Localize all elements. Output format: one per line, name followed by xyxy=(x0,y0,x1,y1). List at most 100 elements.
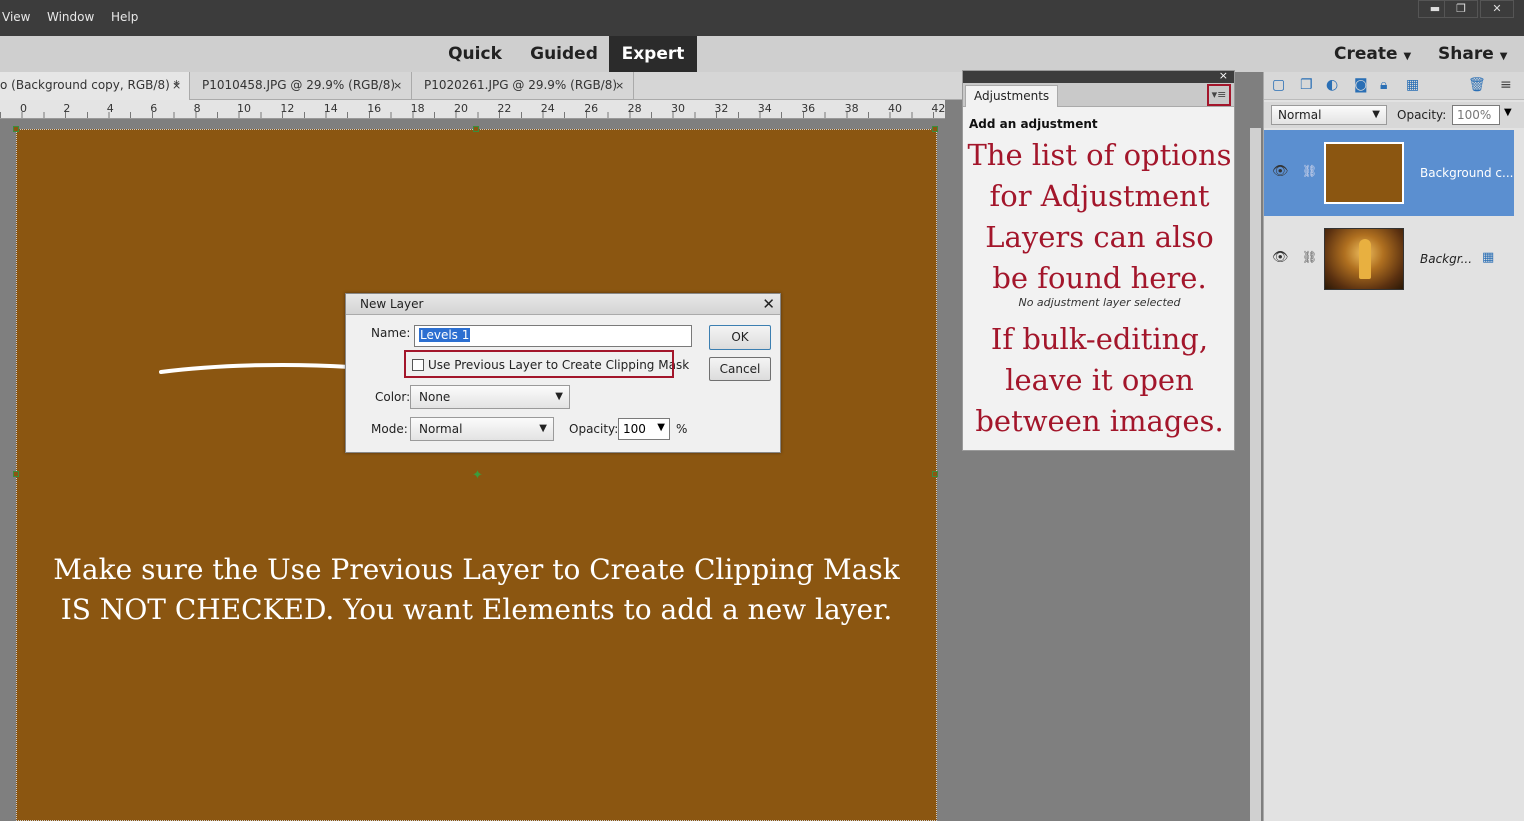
dialog-title: New Layer xyxy=(346,294,780,315)
doc-tab-label: P1020261.JPG @ 29.9% (RGB/8) xyxy=(424,78,618,92)
panel-menu-icon[interactable]: ≡ xyxy=(1500,77,1512,93)
new-group-icon[interactable]: ❐ xyxy=(1300,77,1313,93)
ruler-tick-label: 30 xyxy=(671,102,685,115)
ruler-tick-label: 18 xyxy=(410,102,425,115)
ruler-tick-label: 8 xyxy=(193,102,201,115)
note-line: Layers can also xyxy=(985,220,1214,254)
transform-handle[interactable] xyxy=(473,126,479,132)
color-select[interactable]: None ▼ xyxy=(410,385,570,409)
close-icon[interactable]: × xyxy=(1219,69,1228,82)
ruler-tick-label: 26 xyxy=(584,102,599,115)
menu-window[interactable]: Window xyxy=(47,10,94,24)
note-line: between images. xyxy=(975,404,1224,438)
chevron-down-icon: ▼ xyxy=(539,423,547,434)
ruler-tick-label: 4 xyxy=(106,102,114,115)
transform-handle[interactable] xyxy=(13,471,19,477)
ruler-tick-label: 16 xyxy=(367,102,382,115)
layer-row-background-copy[interactable]: 👁︎ ⛓︎ Background c... xyxy=(1264,130,1514,216)
opacity-input[interactable]: 100 ▼ xyxy=(618,418,670,440)
layer-opacity-label: Opacity: xyxy=(1397,108,1447,122)
share-label: Share xyxy=(1438,44,1494,64)
layer-options: Normal ▼ Opacity: 100% ▼ xyxy=(1264,102,1524,128)
lock-transparency-icon[interactable]: ▦ xyxy=(1482,250,1494,265)
ruler-tick-label: 36 xyxy=(801,102,816,115)
statue-shape xyxy=(1359,239,1371,279)
ruler-tick-label: 38 xyxy=(844,102,859,115)
ruler-tick-label: 24 xyxy=(540,102,555,115)
menu-view[interactable]: View xyxy=(2,10,30,24)
canvas-annotation-line1: Make sure the Use Previous Layer to Crea… xyxy=(53,553,900,586)
layer-opacity-value: 100% xyxy=(1457,108,1492,122)
opacity-label: Opacity: xyxy=(569,422,619,436)
trash-icon[interactable]: 🗑︎ xyxy=(1468,77,1486,93)
transform-handle[interactable] xyxy=(932,126,938,132)
adjustment-layer-icon[interactable]: ◐ xyxy=(1326,77,1338,93)
mode-expert[interactable]: Expert xyxy=(609,36,697,72)
chevron-down-icon[interactable]: ▼ xyxy=(1504,107,1512,118)
close-icon[interactable]: × xyxy=(615,72,624,99)
no-adjustment-text: No adjustment layer selected xyxy=(1018,296,1181,309)
canvas-annotation: Make sure the Use Previous Layer to Crea… xyxy=(16,550,937,630)
ruler-tick-label: 34 xyxy=(757,102,772,115)
ruler-tick-label: 42 xyxy=(931,102,945,115)
note-line: The list of options xyxy=(967,138,1232,172)
transform-handle[interactable] xyxy=(932,471,938,477)
blend-mode-select[interactable]: Normal ▼ xyxy=(1271,105,1387,125)
cancel-button[interactable]: Cancel xyxy=(709,357,771,381)
layer-name-input[interactable]: Levels 1 xyxy=(414,325,692,347)
link-icon[interactable]: ⛓︎ xyxy=(1302,164,1317,178)
layer-name: Background c... xyxy=(1420,166,1514,180)
new-layer-icon[interactable]: ▢ xyxy=(1272,77,1285,93)
menu-help[interactable]: Help xyxy=(111,10,138,24)
eye-icon[interactable]: 👁︎ xyxy=(1272,250,1289,265)
create-label: Create xyxy=(1334,44,1398,64)
ok-button[interactable]: OK xyxy=(709,325,771,350)
ruler-tick-label: 40 xyxy=(888,102,902,115)
menu-bar: View Window Help ▬ ❐ ✕ xyxy=(0,0,1524,36)
mode-guided[interactable]: Guided xyxy=(525,36,603,72)
close-icon[interactable]: × xyxy=(172,72,181,99)
layer-name: Backgr... xyxy=(1420,252,1473,266)
lock-transparency-icon[interactable]: ▦ xyxy=(1406,77,1419,93)
mode-select[interactable]: Normal ▼ xyxy=(410,417,554,441)
lock-icon[interactable]: 🔒︎ xyxy=(1380,77,1387,93)
link-icon[interactable]: ⛓︎ xyxy=(1302,250,1317,264)
close-icon[interactable]: × xyxy=(393,72,402,99)
checkbox-highlight xyxy=(404,350,674,378)
close-window-button[interactable]: ✕ xyxy=(1480,0,1514,18)
panel-header: × xyxy=(963,69,1234,83)
note-line: leave it open xyxy=(1005,363,1194,397)
eye-icon[interactable]: 👁︎ xyxy=(1272,164,1289,179)
tab-adjustments[interactable]: Adjustments xyxy=(965,85,1059,107)
image-canvas[interactable]: ✦ xyxy=(13,126,938,821)
doc-tab-p1020261[interactable]: P1020261.JPG @ 29.9% (RGB/8) × xyxy=(412,72,634,100)
ruler-tick-label: 6 xyxy=(150,102,158,115)
adjustments-panel: × Adjustments ▾≡ Add an adjustment The l… xyxy=(962,69,1236,451)
doc-tab-background-copy[interactable]: o (Background copy, RGB/8) * × xyxy=(0,72,190,100)
doc-tab-p1010458[interactable]: P1010458.JPG @ 29.9% (RGB/8) × xyxy=(190,72,412,100)
ruler-tick-label: 10 xyxy=(237,102,251,115)
blend-mode-value: Normal xyxy=(1278,108,1322,122)
layers-panel: ▢ ❐ ◐ ◙ 🔒︎ ▦ 🗑︎ ≡ Normal ▼ Opacity: 100% … xyxy=(1263,72,1524,821)
panel-menu-icon[interactable]: ▾≡ xyxy=(1207,84,1231,106)
doc-tab-label: o (Background copy, RGB/8) * xyxy=(0,78,180,92)
adjustment-note-top: The list of options for Adjustment Layer… xyxy=(963,135,1236,299)
share-menu[interactable]: Share ▼ xyxy=(1438,36,1507,72)
close-icon[interactable]: ✕ xyxy=(762,295,775,313)
create-menu[interactable]: Create ▼ xyxy=(1334,36,1411,72)
mode-quick[interactable]: Quick xyxy=(440,36,510,72)
canvas-annotation-line2: IS NOT CHECKED. You want Elements to add… xyxy=(60,593,893,626)
ruler-tick-label: 2 xyxy=(63,102,71,115)
chevron-down-icon[interactable]: ▼ xyxy=(657,422,665,433)
ruler-tick-label: 12 xyxy=(280,102,295,115)
layer-row-background[interactable]: 👁︎ ⛓︎ Backgr... ▦ xyxy=(1264,216,1514,302)
layers-scrollbar[interactable] xyxy=(1250,128,1261,821)
transform-handle[interactable] xyxy=(13,126,19,132)
restore-button[interactable]: ❐ xyxy=(1444,0,1478,18)
layer-opacity-input[interactable]: 100% xyxy=(1452,105,1500,125)
layer-mask-icon[interactable]: ◙ xyxy=(1354,77,1368,93)
chevron-down-icon: ▼ xyxy=(1403,51,1412,62)
adjustment-heading: Add an adjustment xyxy=(969,117,1098,131)
layers-toolbar: ▢ ❐ ◐ ◙ 🔒︎ ▦ 🗑︎ ≡ xyxy=(1264,72,1524,100)
ruler-tick-label: 32 xyxy=(714,102,729,115)
